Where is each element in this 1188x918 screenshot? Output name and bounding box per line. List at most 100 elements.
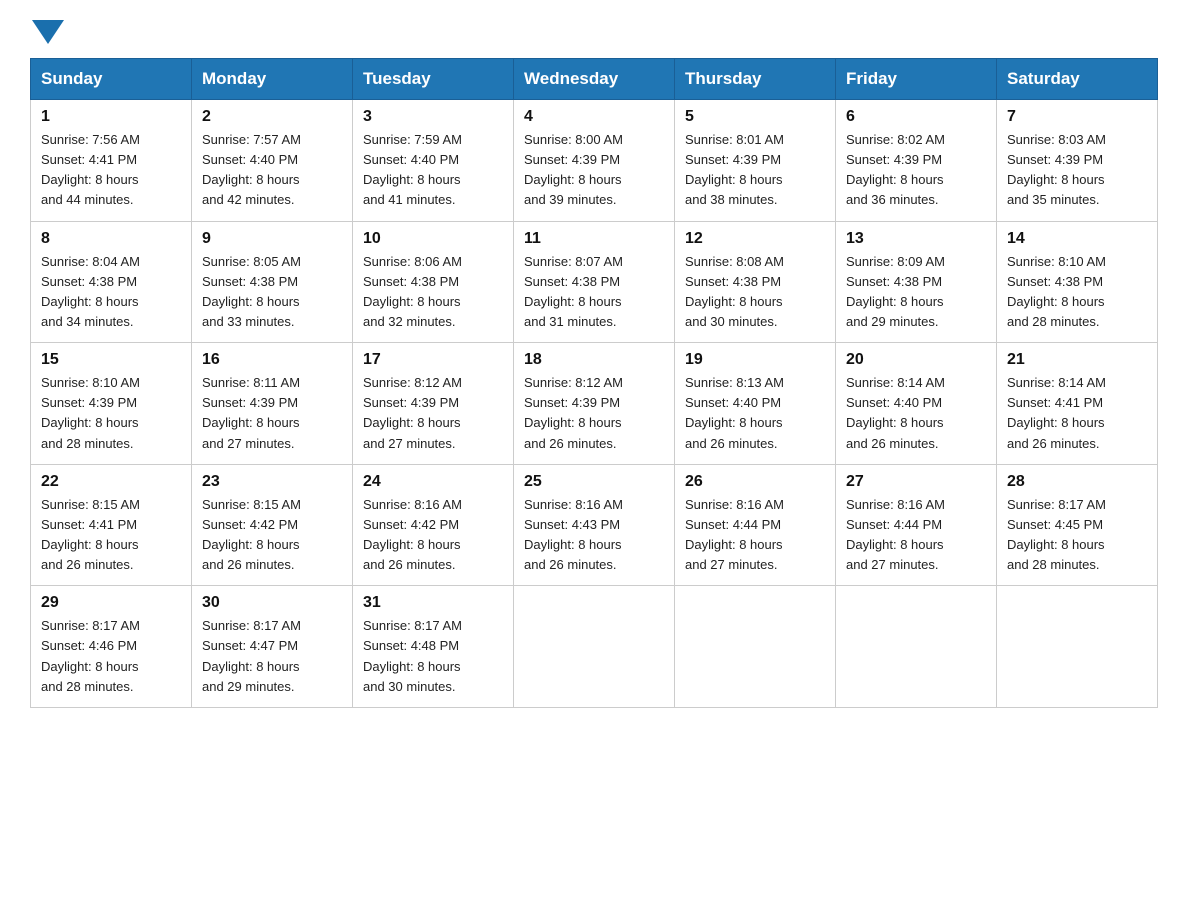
calendar-day-cell: 6 Sunrise: 8:02 AMSunset: 4:39 PMDaylight… (836, 100, 997, 222)
calendar-week-row: 15 Sunrise: 8:10 AMSunset: 4:39 PMDayligh… (31, 343, 1158, 465)
day-number: 6 (846, 108, 986, 126)
calendar-day-cell: 14 Sunrise: 8:10 AMSunset: 4:38 PMDayligh… (997, 221, 1158, 343)
day-number: 16 (202, 351, 342, 369)
calendar-week-row: 8Sunrise: 8:04 AMSunset: 4:38 PMDaylight… (31, 221, 1158, 343)
day-info: Sunrise: 8:06 AMSunset: 4:38 PMDaylight:… (363, 252, 503, 333)
day-number: 29 (41, 594, 181, 612)
calendar-table: SundayMondayTuesdayWednesdayThursdayFrid… (30, 58, 1158, 708)
day-number: 10 (363, 230, 503, 248)
weekday-header-wednesday: Wednesday (514, 59, 675, 100)
calendar-week-row: 1 Sunrise: 7:56 AMSunset: 4:41 PMDaylight… (31, 100, 1158, 222)
day-number: 17 (363, 351, 503, 369)
day-info: Sunrise: 8:17 AMSunset: 4:46 PMDaylight:… (41, 616, 181, 697)
calendar-day-cell: 31 Sunrise: 8:17 AMSunset: 4:48 PMDayligh… (353, 586, 514, 708)
calendar-day-cell: 22Sunrise: 8:15 AMSunset: 4:41 PMDayligh… (31, 464, 192, 586)
day-number: 30 (202, 594, 342, 612)
weekday-header-sunday: Sunday (31, 59, 192, 100)
day-info: Sunrise: 8:14 AMSunset: 4:40 PMDaylight:… (846, 373, 986, 454)
day-info: Sunrise: 8:05 AMSunset: 4:38 PMDaylight:… (202, 252, 342, 333)
calendar-day-cell: 30 Sunrise: 8:17 AMSunset: 4:47 PMDayligh… (192, 586, 353, 708)
logo-triangle-icon (32, 20, 64, 44)
day-number: 14 (1007, 230, 1147, 248)
day-number: 21 (1007, 351, 1147, 369)
weekday-header-monday: Monday (192, 59, 353, 100)
day-info: Sunrise: 7:59 AMSunset: 4:40 PMDaylight:… (363, 130, 503, 211)
calendar-day-cell: 5Sunrise: 8:01 AMSunset: 4:39 PMDaylight… (675, 100, 836, 222)
weekday-header-thursday: Thursday (675, 59, 836, 100)
calendar-day-cell: 3 Sunrise: 7:59 AMSunset: 4:40 PMDaylight… (353, 100, 514, 222)
day-number: 11 (524, 230, 664, 248)
day-number: 5 (685, 108, 825, 126)
calendar-day-cell: 1 Sunrise: 7:56 AMSunset: 4:41 PMDaylight… (31, 100, 192, 222)
day-info: Sunrise: 8:12 AMSunset: 4:39 PMDaylight:… (524, 373, 664, 454)
day-number: 28 (1007, 473, 1147, 491)
day-info: Sunrise: 8:16 AMSunset: 4:44 PMDaylight:… (685, 495, 825, 576)
day-info: Sunrise: 8:09 AMSunset: 4:38 PMDaylight:… (846, 252, 986, 333)
day-number: 13 (846, 230, 986, 248)
day-info: Sunrise: 8:02 AMSunset: 4:39 PMDaylight:… (846, 130, 986, 211)
weekday-header-tuesday: Tuesday (353, 59, 514, 100)
day-number: 7 (1007, 108, 1147, 126)
day-info: Sunrise: 8:17 AMSunset: 4:47 PMDaylight:… (202, 616, 342, 697)
day-info: Sunrise: 8:16 AMSunset: 4:44 PMDaylight:… (846, 495, 986, 576)
calendar-day-cell: 10 Sunrise: 8:06 AMSunset: 4:38 PMDayligh… (353, 221, 514, 343)
weekday-header-friday: Friday (836, 59, 997, 100)
day-info: Sunrise: 8:10 AMSunset: 4:39 PMDaylight:… (41, 373, 181, 454)
day-info: Sunrise: 8:16 AMSunset: 4:42 PMDaylight:… (363, 495, 503, 576)
day-number: 12 (685, 230, 825, 248)
day-number: 3 (363, 108, 503, 126)
calendar-day-cell: 8Sunrise: 8:04 AMSunset: 4:38 PMDaylight… (31, 221, 192, 343)
calendar-day-cell: 20 Sunrise: 8:14 AMSunset: 4:40 PMDayligh… (836, 343, 997, 465)
calendar-day-cell (675, 586, 836, 708)
page-header (30, 20, 1158, 40)
day-number: 23 (202, 473, 342, 491)
calendar-day-cell: 16 Sunrise: 8:11 AMSunset: 4:39 PMDayligh… (192, 343, 353, 465)
day-number: 2 (202, 108, 342, 126)
calendar-week-row: 29 Sunrise: 8:17 AMSunset: 4:46 PMDayligh… (31, 586, 1158, 708)
day-info: Sunrise: 8:11 AMSunset: 4:39 PMDaylight:… (202, 373, 342, 454)
day-info: Sunrise: 8:07 AMSunset: 4:38 PMDaylight:… (524, 252, 664, 333)
calendar-day-cell: 7Sunrise: 8:03 AMSunset: 4:39 PMDaylight… (997, 100, 1158, 222)
day-number: 9 (202, 230, 342, 248)
day-number: 25 (524, 473, 664, 491)
weekday-header-saturday: Saturday (997, 59, 1158, 100)
day-number: 15 (41, 351, 181, 369)
day-info: Sunrise: 8:17 AMSunset: 4:45 PMDaylight:… (1007, 495, 1147, 576)
day-info: Sunrise: 8:04 AMSunset: 4:38 PMDaylight:… (41, 252, 181, 333)
calendar-day-cell: 12 Sunrise: 8:08 AMSunset: 4:38 PMDayligh… (675, 221, 836, 343)
day-number: 20 (846, 351, 986, 369)
calendar-day-cell: 15 Sunrise: 8:10 AMSunset: 4:39 PMDayligh… (31, 343, 192, 465)
day-info: Sunrise: 7:56 AMSunset: 4:41 PMDaylight:… (41, 130, 181, 211)
day-number: 18 (524, 351, 664, 369)
calendar-day-cell: 29 Sunrise: 8:17 AMSunset: 4:46 PMDayligh… (31, 586, 192, 708)
day-info: Sunrise: 8:15 AMSunset: 4:42 PMDaylight:… (202, 495, 342, 576)
day-info: Sunrise: 8:12 AMSunset: 4:39 PMDaylight:… (363, 373, 503, 454)
day-number: 24 (363, 473, 503, 491)
day-info: Sunrise: 7:57 AMSunset: 4:40 PMDaylight:… (202, 130, 342, 211)
calendar-day-cell: 18 Sunrise: 8:12 AMSunset: 4:39 PMDayligh… (514, 343, 675, 465)
day-info: Sunrise: 8:08 AMSunset: 4:38 PMDaylight:… (685, 252, 825, 333)
calendar-day-cell: 24 Sunrise: 8:16 AMSunset: 4:42 PMDayligh… (353, 464, 514, 586)
calendar-day-cell: 25 Sunrise: 8:16 AMSunset: 4:43 PMDayligh… (514, 464, 675, 586)
calendar-day-cell (836, 586, 997, 708)
calendar-day-cell (997, 586, 1158, 708)
calendar-day-cell: 26Sunrise: 8:16 AMSunset: 4:44 PMDayligh… (675, 464, 836, 586)
calendar-week-row: 22Sunrise: 8:15 AMSunset: 4:41 PMDayligh… (31, 464, 1158, 586)
day-info: Sunrise: 8:16 AMSunset: 4:43 PMDaylight:… (524, 495, 664, 576)
calendar-day-cell: 17 Sunrise: 8:12 AMSunset: 4:39 PMDayligh… (353, 343, 514, 465)
weekday-header-row: SundayMondayTuesdayWednesdayThursdayFrid… (31, 59, 1158, 100)
day-info: Sunrise: 8:17 AMSunset: 4:48 PMDaylight:… (363, 616, 503, 697)
day-number: 4 (524, 108, 664, 126)
calendar-day-cell: 23 Sunrise: 8:15 AMSunset: 4:42 PMDayligh… (192, 464, 353, 586)
calendar-day-cell: 28 Sunrise: 8:17 AMSunset: 4:45 PMDayligh… (997, 464, 1158, 586)
calendar-day-cell: 2 Sunrise: 7:57 AMSunset: 4:40 PMDaylight… (192, 100, 353, 222)
calendar-day-cell (514, 586, 675, 708)
day-info: Sunrise: 8:00 AMSunset: 4:39 PMDaylight:… (524, 130, 664, 211)
calendar-day-cell: 21Sunrise: 8:14 AMSunset: 4:41 PMDayligh… (997, 343, 1158, 465)
calendar-day-cell: 27 Sunrise: 8:16 AMSunset: 4:44 PMDayligh… (836, 464, 997, 586)
day-number: 31 (363, 594, 503, 612)
day-number: 27 (846, 473, 986, 491)
day-info: Sunrise: 8:10 AMSunset: 4:38 PMDaylight:… (1007, 252, 1147, 333)
day-number: 1 (41, 108, 181, 126)
calendar-day-cell: 9 Sunrise: 8:05 AMSunset: 4:38 PMDaylight… (192, 221, 353, 343)
